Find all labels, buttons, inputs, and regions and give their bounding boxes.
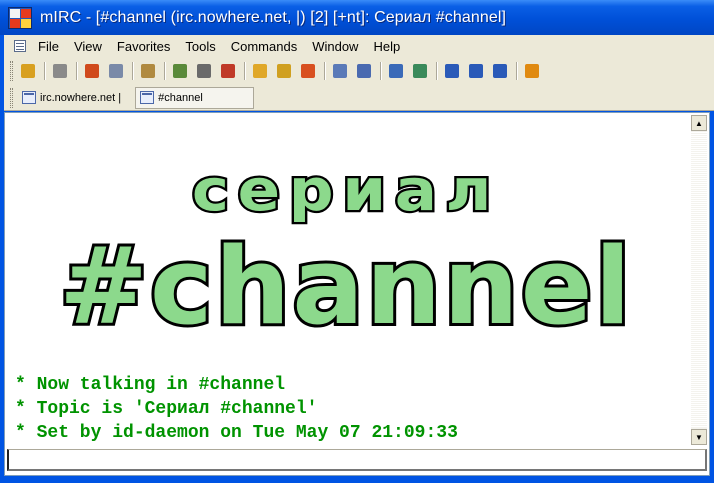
menu-window[interactable]: Window [306, 39, 367, 54]
channel-window: сериал #channel * Now talking in #channe… [4, 112, 710, 476]
scroll-track[interactable] [691, 132, 707, 428]
window-frame-bottom [0, 476, 714, 483]
title-bar[interactable]: mIRC - [#channel (irc.nowhere.net, |) [2… [0, 0, 714, 35]
list-channels-icon [333, 64, 347, 78]
notify-list-button[interactable] [106, 61, 126, 81]
scripts-editor-button[interactable] [218, 61, 238, 81]
mirc-app-icon[interactable] [8, 6, 32, 29]
options-button[interactable] [50, 61, 70, 81]
switchbar-grip[interactable] [10, 87, 13, 108]
channel-banner-logo: сериал #channel [56, 155, 634, 351]
banner-line-serial: сериал [192, 157, 500, 224]
tile-vertical-icon [469, 64, 483, 78]
toolbar-separator [436, 62, 437, 80]
toolbar-separator [324, 62, 325, 80]
chat-message: * Topic is 'Сериал #channel' [15, 399, 318, 419]
dcc-options-icon [301, 64, 315, 78]
dcc-options-button[interactable] [298, 61, 318, 81]
app-icon-cell [21, 8, 31, 18]
tile-horizontal-button[interactable] [442, 61, 462, 81]
mirc-window: mIRC - [#channel (irc.nowhere.net, |) [2… [0, 0, 714, 483]
scroll-down-button[interactable]: ▼ [691, 429, 707, 445]
app-icon-cell [10, 18, 20, 28]
toolbar-separator [76, 62, 77, 80]
urls-list-icon [413, 64, 427, 78]
menu-file[interactable]: File [32, 39, 68, 54]
options-icon [53, 64, 67, 78]
menu-favorites[interactable]: Favorites [111, 39, 179, 54]
app-icon-cell [10, 8, 20, 18]
cascade-icon [493, 64, 507, 78]
connect-icon [21, 64, 35, 78]
window-title: mIRC - [#channel (irc.nowhere.net, |) [2… [40, 8, 507, 26]
user-list-icon [357, 64, 371, 78]
address-book-icon [85, 64, 99, 78]
app-icon-cell [21, 18, 31, 28]
switchbar-tab-channel[interactable]: #channel [135, 86, 255, 109]
toolbar-separator [244, 62, 245, 80]
cascade-button[interactable] [490, 61, 510, 81]
message-input[interactable] [7, 449, 707, 471]
toolbar-separator [516, 62, 517, 80]
dcc-chat-icon [277, 64, 291, 78]
tile-horizontal-icon [445, 64, 459, 78]
switchbar-tab-label: irc.nowhere.net | [40, 91, 122, 104]
banner-line-channel: #channel [59, 225, 633, 348]
address-book-button[interactable] [82, 61, 102, 81]
server-window-icon [22, 91, 36, 104]
tile-vertical-button[interactable] [466, 61, 486, 81]
dcc-send-icon [253, 64, 267, 78]
switchbar-tab-server[interactable]: irc.nowhere.net | [18, 87, 127, 109]
notify-list-icon [109, 64, 123, 78]
chat-scrollbar[interactable]: ▲ ▼ [691, 115, 707, 445]
channel-list-icon [141, 64, 155, 78]
dcc-chat-button[interactable] [274, 61, 294, 81]
toolbar-separator [380, 62, 381, 80]
timer-icon [197, 64, 211, 78]
switchbar: irc.nowhere.net | #channel [4, 85, 714, 111]
chat-message: * Set by id-daemon on Tue May 07 21:09:3… [15, 423, 458, 443]
connect-button[interactable] [18, 61, 38, 81]
user-list-button[interactable] [354, 61, 374, 81]
toolbar-separator [132, 62, 133, 80]
switchbar-tab-label: #channel [158, 91, 203, 104]
chat-message-list: * Now talking in #channel * Topic is 'Се… [15, 373, 458, 445]
menu-bar: File View Favorites Tools Commands Windo… [4, 35, 714, 57]
channel-list-button[interactable] [138, 61, 158, 81]
scripts-editor-icon [221, 64, 235, 78]
menu-help[interactable]: Help [367, 39, 409, 54]
dcc-send-button[interactable] [250, 61, 270, 81]
log-files-button[interactable] [386, 61, 406, 81]
menu-commands[interactable]: Commands [225, 39, 306, 54]
help-button[interactable] [522, 61, 542, 81]
scroll-up-button[interactable]: ▲ [691, 115, 707, 131]
urls-list-button[interactable] [410, 61, 430, 81]
received-files-button[interactable] [170, 61, 190, 81]
log-files-icon [389, 64, 403, 78]
received-files-icon [173, 64, 187, 78]
channel-window-icon [140, 91, 155, 104]
timer-button[interactable] [194, 61, 214, 81]
menu-tools[interactable]: Tools [179, 39, 224, 54]
menu-view[interactable]: View [68, 39, 111, 54]
list-channels-button[interactable] [330, 61, 350, 81]
chat-area[interactable]: сериал #channel * Now talking in #channe… [7, 115, 687, 445]
chat-message: * Now talking in #channel [15, 375, 286, 395]
toolbar-separator [44, 62, 45, 80]
child-window-icon[interactable] [12, 39, 28, 53]
help-icon [525, 64, 539, 78]
toolbar-separator [164, 62, 165, 80]
toolbar-grip[interactable] [10, 61, 13, 81]
toolbar [4, 57, 714, 85]
